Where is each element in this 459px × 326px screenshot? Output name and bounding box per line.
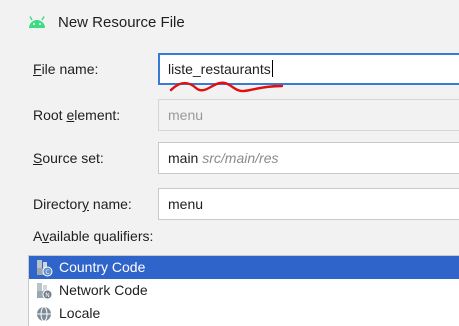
file-name-label: File name:	[33, 61, 99, 77]
source-set-label: Source set:	[33, 150, 104, 166]
qualifier-item-country-code[interactable]: C Country Code	[29, 256, 459, 279]
root-element-row: Root element: menu	[0, 99, 459, 131]
text-caret	[271, 60, 273, 77]
qualifier-label: Country Code	[59, 259, 146, 275]
qualifier-item-locale[interactable]: Locale	[29, 302, 459, 325]
title-bar: New Resource File	[0, 0, 459, 44]
root-element-input: menu	[158, 99, 459, 131]
directory-name-row: Directory name: menu	[0, 188, 459, 220]
window-title: New Resource File	[58, 13, 185, 31]
directory-name-input[interactable]: menu	[158, 188, 459, 220]
source-set-dropdown[interactable]: main src/main/res	[158, 142, 459, 174]
svg-text:C: C	[45, 269, 49, 276]
svg-text:N: N	[45, 292, 50, 299]
red-underline-annotation	[169, 81, 284, 93]
new-resource-file-dialog: New Resource File File name: liste_resta…	[0, 0, 459, 326]
root-element-label: Root element:	[33, 107, 121, 123]
network-code-icon: N	[37, 282, 53, 299]
qualifier-item-network-code[interactable]: N Network Code	[29, 279, 459, 302]
directory-name-label: Directory name:	[33, 196, 132, 212]
country-code-icon: C	[37, 259, 53, 276]
qualifier-label: Network Code	[59, 282, 148, 298]
qualifier-label: Locale	[59, 305, 101, 321]
source-set-row: Source set: main src/main/res	[0, 142, 459, 174]
locale-icon	[37, 306, 51, 321]
android-icon	[29, 16, 45, 28]
available-qualifiers-list[interactable]: C Country Code N Network Code Locale	[28, 255, 459, 326]
available-qualifiers-label: Available qualifiers:	[33, 228, 154, 244]
